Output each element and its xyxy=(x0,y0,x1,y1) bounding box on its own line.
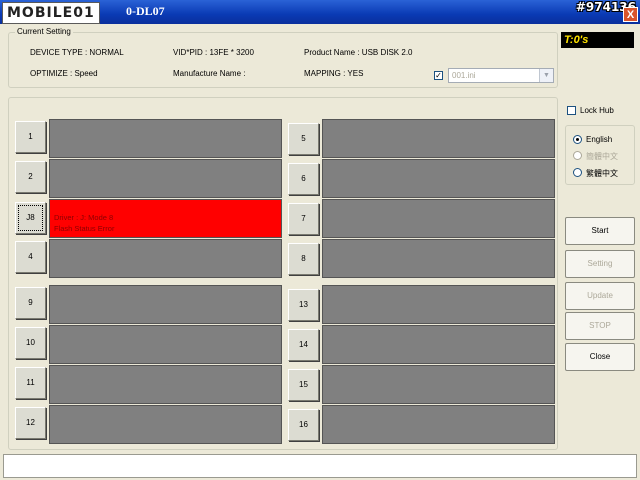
port-button-7[interactable]: 7 xyxy=(288,203,319,235)
port-status-8 xyxy=(322,239,555,278)
port-button-1[interactable]: 1 xyxy=(15,121,46,153)
window-title: 0-DL07 xyxy=(126,4,165,18)
port-button-16[interactable]: 16 xyxy=(288,409,319,441)
manufacture-name: Manufacture Name : xyxy=(173,69,246,78)
port-button-6[interactable]: 6 xyxy=(288,163,319,195)
english-radio[interactable] xyxy=(573,135,582,144)
mapping: MAPPING : YES xyxy=(304,69,364,78)
port-status-1 xyxy=(49,119,282,158)
port-button-9[interactable]: 9 xyxy=(15,287,46,319)
port-button-2[interactable]: 2 xyxy=(15,161,46,193)
setting-button[interactable]: Setting xyxy=(565,250,635,278)
port-status-6 xyxy=(322,159,555,198)
traditional-chinese-radio[interactable] xyxy=(573,168,582,177)
device-type: DEVICE TYPE : NORMAL xyxy=(30,48,124,57)
ini-checkbox[interactable]: ✓ xyxy=(434,71,443,80)
port-button-8[interactable]: 8 xyxy=(288,243,319,275)
port-status-15 xyxy=(322,365,555,404)
port-status-11 xyxy=(49,365,282,404)
current-setting-legend: Current Setting xyxy=(15,27,73,36)
title-bar: MOBILE01 0-DL07 #974136 X xyxy=(0,0,640,24)
optimize: OPTIMIZE : Speed xyxy=(30,69,98,78)
product-name: Product Name : USB DISK 2.0 xyxy=(304,48,413,57)
english-label: English xyxy=(586,135,613,144)
port-status-9 xyxy=(49,285,282,324)
radio-selected-dot xyxy=(576,138,579,141)
port-status-3-error: Driver : J: Mode 8 Flash Status Error xyxy=(49,199,282,238)
mobile01-logo: MOBILE01 xyxy=(2,2,100,24)
status-bar xyxy=(3,454,637,478)
port-button-4[interactable]: 4 xyxy=(15,241,46,273)
port-button-15[interactable]: 15 xyxy=(288,369,319,401)
close-button[interactable]: Close xyxy=(565,343,635,371)
port-status-13 xyxy=(322,285,555,324)
simplified-chinese-radio[interactable] xyxy=(573,151,582,160)
close-window-button[interactable]: X xyxy=(623,7,638,22)
port-status-7 xyxy=(322,199,555,238)
port-button-12[interactable]: 12 xyxy=(15,407,46,439)
ini-file-value: 001.ini xyxy=(452,71,476,80)
port-status-16 xyxy=(322,405,555,444)
port-status-12 xyxy=(49,405,282,444)
port-button-5[interactable]: 5 xyxy=(288,123,319,155)
port-button-13[interactable]: 13 xyxy=(288,289,319,321)
port-status-5 xyxy=(322,119,555,158)
lock-hub-label: Lock Hub xyxy=(580,106,614,115)
simplified-chinese-label: 簡體中文 xyxy=(586,152,618,161)
start-button[interactable]: Start xyxy=(565,217,635,245)
port-status-10 xyxy=(49,325,282,364)
stop-button[interactable]: STOP xyxy=(565,312,635,340)
update-button[interactable]: Update xyxy=(565,282,635,310)
port-button-14[interactable]: 14 xyxy=(288,329,319,361)
ini-file-select[interactable]: 001.ini ▼ xyxy=(448,68,554,83)
port-button-3[interactable]: J8 xyxy=(15,202,46,234)
port-status-4 xyxy=(49,239,282,278)
port-button-11[interactable]: 11 xyxy=(15,367,46,399)
port-status-14 xyxy=(322,325,555,364)
timer-display: T:0's xyxy=(561,32,634,48)
port-status-driver: Driver : J: Mode 8 xyxy=(54,213,114,222)
port-status-2 xyxy=(49,159,282,198)
chevron-down-icon[interactable]: ▼ xyxy=(539,69,553,82)
lock-hub-checkbox[interactable] xyxy=(567,106,576,115)
port-button-10[interactable]: 10 xyxy=(15,327,46,359)
port-status-message: Flash Status Error xyxy=(54,224,115,233)
vid-pid: VID*PID : 13FE * 3200 xyxy=(173,48,254,57)
traditional-chinese-label: 繁體中文 xyxy=(586,169,618,178)
